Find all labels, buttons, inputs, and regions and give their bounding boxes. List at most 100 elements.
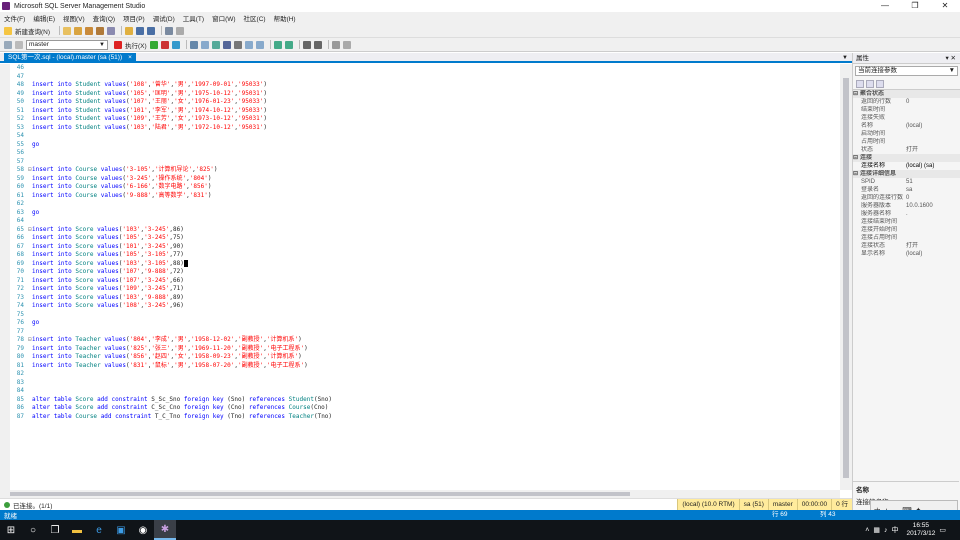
menu-help[interactable]: 帮助(H) bbox=[274, 13, 296, 23]
property-row[interactable]: 启动时间 bbox=[853, 130, 960, 138]
property-row[interactable]: 连接结束时间 bbox=[853, 218, 960, 226]
debug-icon[interactable] bbox=[149, 40, 158, 49]
property-row[interactable]: 结束时间 bbox=[853, 106, 960, 114]
menu-edit[interactable]: 编辑(E) bbox=[33, 13, 55, 23]
code-line[interactable]: 80 insert into Teacher values('856','赵四'… bbox=[10, 353, 332, 362]
ssms-taskbar-icon[interactable]: ✱ bbox=[154, 520, 176, 540]
code-line[interactable]: 86 alter table Score add constraint C_Sc… bbox=[10, 404, 332, 413]
dmx-query-icon[interactable] bbox=[96, 26, 105, 35]
code-line[interactable]: 67 insert into Score values('101','3-245… bbox=[10, 243, 332, 252]
menu-view[interactable]: 视图(V) bbox=[63, 13, 85, 23]
tab-sql-query[interactable]: SQL第一次.sql - (local).master (sa (51)) × bbox=[4, 53, 136, 63]
menu-debug[interactable]: 调试(D) bbox=[153, 13, 175, 23]
menu-community[interactable]: 社区(C) bbox=[244, 13, 266, 23]
properties-object-select[interactable]: 当前连接参数 ▼ bbox=[855, 66, 958, 76]
menu-window[interactable]: 窗口(W) bbox=[212, 13, 235, 23]
analysis-query-icon[interactable] bbox=[74, 26, 83, 35]
property-row[interactable]: 返回的行数 0 bbox=[853, 98, 960, 106]
code-line[interactable]: 65 ⊟insert into Score values('103','3-245… bbox=[10, 226, 332, 235]
database-select[interactable]: master ▼ bbox=[26, 39, 108, 50]
code-line[interactable]: 75 bbox=[10, 311, 332, 320]
code-line[interactable]: 49 insert into Student values('105','匡明'… bbox=[10, 90, 332, 99]
property-row[interactable]: 登录名 sa bbox=[853, 186, 960, 194]
comment-icon[interactable] bbox=[273, 40, 282, 49]
property-row[interactable]: 服务器名称. bbox=[853, 210, 960, 218]
xmla-query-icon[interactable] bbox=[107, 26, 116, 35]
clock[interactable]: 16:55 2017/3/12 bbox=[906, 522, 935, 538]
store-icon[interactable]: ▣ bbox=[110, 520, 132, 540]
execute-button[interactable]: 执行(X) bbox=[125, 40, 147, 50]
new-query-button[interactable]: 新建查询(N) bbox=[15, 26, 50, 36]
code-line[interactable]: 64 bbox=[10, 217, 332, 226]
code-line[interactable]: 84 bbox=[10, 387, 332, 396]
start-icon[interactable]: ⊞ bbox=[0, 520, 22, 540]
scrollbar-thumb[interactable] bbox=[10, 492, 630, 496]
input-method-icon[interactable]: 中 bbox=[891, 525, 898, 535]
save-all-icon[interactable] bbox=[147, 26, 156, 35]
property-row[interactable]: 连接名称 (local) (sa) bbox=[853, 162, 960, 170]
results-to-file-icon[interactable] bbox=[233, 40, 242, 49]
open-file-icon[interactable] bbox=[125, 26, 134, 35]
property-grid[interactable]: ⊟ 聚合状态 返回的行数 0 结束时间 连接失败 名称 (local) 启动时间 占用时间 状态打… bbox=[853, 90, 960, 258]
scrollbar-thumb[interactable] bbox=[843, 78, 849, 478]
code-line[interactable]: 72 insert into Score values('109','3-245… bbox=[10, 285, 332, 294]
panel-controls-icon[interactable]: ▾ ✕ bbox=[945, 53, 956, 64]
code-line[interactable]: 81 insert into Teacher values('831','鼠标'… bbox=[10, 362, 332, 371]
network-icon[interactable]: ▦ bbox=[873, 526, 880, 534]
menu-query[interactable]: 查询(Q) bbox=[93, 13, 115, 23]
code-line[interactable]: 71 insert into Score values('107','3-245… bbox=[10, 277, 332, 286]
property-row[interactable]: 显示名称 (local) bbox=[853, 250, 960, 258]
property-row[interactable]: 连接失败 bbox=[853, 114, 960, 122]
code-line[interactable]: 85 alter table Score add constraint S_Sc… bbox=[10, 396, 332, 405]
specify-values-icon[interactable] bbox=[331, 40, 340, 49]
code-line[interactable]: 62 bbox=[10, 200, 332, 209]
code-line[interactable]: 59 insert into Course values('3-245','操作… bbox=[10, 175, 332, 184]
code-line[interactable]: 70 insert into Score values('107','9-888… bbox=[10, 268, 332, 277]
menu-tools[interactable]: 工具(T) bbox=[183, 13, 204, 23]
code-area[interactable]: 46 47 48 insert into Student values('108… bbox=[10, 64, 332, 421]
code-line[interactable]: 66 insert into Score values('105','3-245… bbox=[10, 234, 332, 243]
results-to-text-icon[interactable] bbox=[211, 40, 220, 49]
code-line[interactable]: 51 insert into Student values('101','李军'… bbox=[10, 107, 332, 116]
code-line[interactable]: 46 bbox=[10, 64, 332, 73]
property-category[interactable]: ⊟ 连接 bbox=[853, 154, 960, 162]
activity-monitor-icon[interactable] bbox=[165, 26, 174, 35]
code-line[interactable]: 83 bbox=[10, 379, 332, 388]
categorized-icon[interactable] bbox=[856, 79, 864, 88]
change-connection-icon[interactable] bbox=[15, 40, 23, 49]
estimated-plan-icon[interactable] bbox=[189, 40, 198, 49]
query-editor[interactable]: 46 47 48 insert into Student values('108… bbox=[0, 64, 852, 490]
decrease-indent-icon[interactable] bbox=[302, 40, 311, 49]
increase-indent-icon[interactable] bbox=[313, 40, 322, 49]
connect-icon[interactable] bbox=[4, 40, 12, 49]
property-row[interactable]: 返回的连接行数 0 bbox=[853, 194, 960, 202]
include-plan-icon[interactable] bbox=[244, 40, 253, 49]
code-line[interactable]: 60 insert into Course values('6-166','数字… bbox=[10, 183, 332, 192]
editor-horizontal-scrollbar[interactable] bbox=[0, 490, 840, 498]
tray-expand-icon[interactable]: ˄ bbox=[865, 527, 869, 534]
property-row[interactable]: 连接状态 打开 bbox=[853, 242, 960, 250]
property-category[interactable]: ⊟ 聚合状态 bbox=[853, 90, 960, 98]
results-to-grid-icon[interactable] bbox=[222, 40, 231, 49]
code-line[interactable]: 61 insert into Course values('9-888','高等… bbox=[10, 192, 332, 201]
property-row[interactable]: 名称 (local) bbox=[853, 122, 960, 130]
parse-icon[interactable] bbox=[171, 40, 180, 49]
db-engine-query-icon[interactable] bbox=[63, 26, 72, 35]
edge-icon[interactable]: e bbox=[88, 520, 110, 540]
mdx-query-icon[interactable] bbox=[85, 26, 94, 35]
code-line[interactable]: 47 bbox=[10, 73, 332, 82]
property-category[interactable]: ⊟ 连接详细信息 bbox=[853, 170, 960, 178]
code-line[interactable]: 50 insert into Student values('107','王丽'… bbox=[10, 98, 332, 107]
code-line[interactable]: 55 gogo bbox=[10, 141, 332, 150]
execute-icon[interactable] bbox=[114, 40, 122, 49]
cancel-query-icon[interactable] bbox=[160, 40, 169, 49]
code-line[interactable]: 48 insert into Student values('108','曾华'… bbox=[10, 81, 332, 90]
code-line[interactable]: 56 bbox=[10, 149, 332, 158]
notifications-icon[interactable]: ▭ bbox=[939, 526, 946, 534]
minimize-button[interactable]: — bbox=[870, 0, 900, 12]
code-line[interactable]: 54 bbox=[10, 132, 332, 141]
property-row[interactable]: 连接开始时间 bbox=[853, 226, 960, 234]
code-line[interactable]: 68 insert into Score values('105','3-105… bbox=[10, 251, 332, 260]
menu-project[interactable]: 项目(P) bbox=[123, 13, 145, 23]
code-line[interactable]: 79 insert into Teacher values('825','张三'… bbox=[10, 345, 332, 354]
